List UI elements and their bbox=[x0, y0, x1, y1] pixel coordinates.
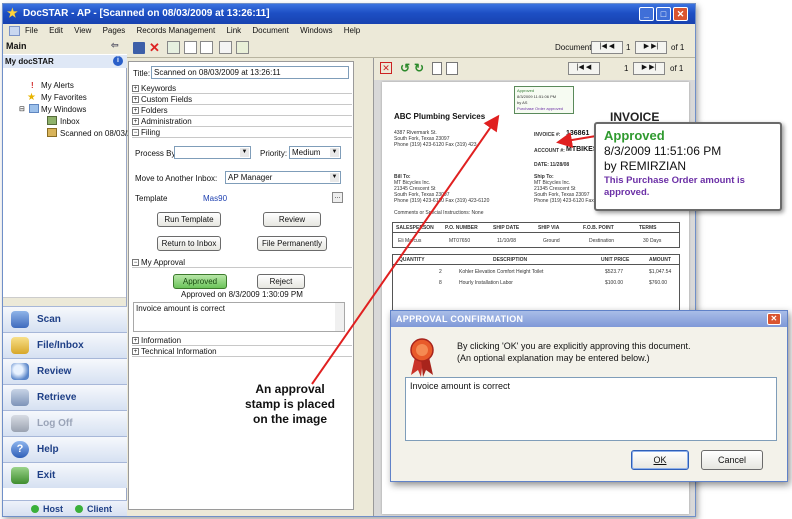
cancel-button[interactable]: Cancel bbox=[701, 450, 763, 470]
dialog-message-1: By clicking 'OK' you are explicitly appr… bbox=[457, 341, 691, 351]
stamp-datetime: 8/3/2009 11:51:06 PM bbox=[604, 144, 722, 158]
dialog-close-button[interactable]: ✕ bbox=[767, 313, 781, 325]
explanation-textarea[interactable]: Invoice amount is correct bbox=[405, 377, 777, 441]
approval-confirmation-dialog: APPROVAL CONFIRMATION ✕ By clicking 'OK'… bbox=[390, 310, 788, 482]
annotation-line: stamp is placed bbox=[244, 397, 336, 411]
dialog-title-text: APPROVAL CONFIRMATION bbox=[396, 314, 524, 324]
approval-stamp-callout: Approved 8/3/2009 11:51:06 PM by REMIRZI… bbox=[594, 122, 782, 211]
dialog-title: APPROVAL CONFIRMATION ✕ bbox=[391, 311, 787, 327]
annotation-line: An approval bbox=[255, 382, 325, 396]
annotation-caption: An approval stamp is placed on the image bbox=[220, 382, 360, 427]
arrow-to-stamp-callout bbox=[556, 132, 597, 148]
annotation-line: on the image bbox=[252, 412, 327, 426]
dialog-message-2: (An optional explanation may be entered … bbox=[457, 353, 650, 363]
stamp-status: Approved bbox=[604, 128, 665, 143]
stamp-note: This Purchase Order amount is approved. bbox=[604, 175, 745, 198]
ribbon-award-icon bbox=[410, 338, 434, 377]
ok-button[interactable]: OK bbox=[631, 450, 689, 470]
stamp-by: by REMIRZIAN bbox=[604, 159, 687, 173]
ok-button-label: OK bbox=[653, 455, 667, 465]
